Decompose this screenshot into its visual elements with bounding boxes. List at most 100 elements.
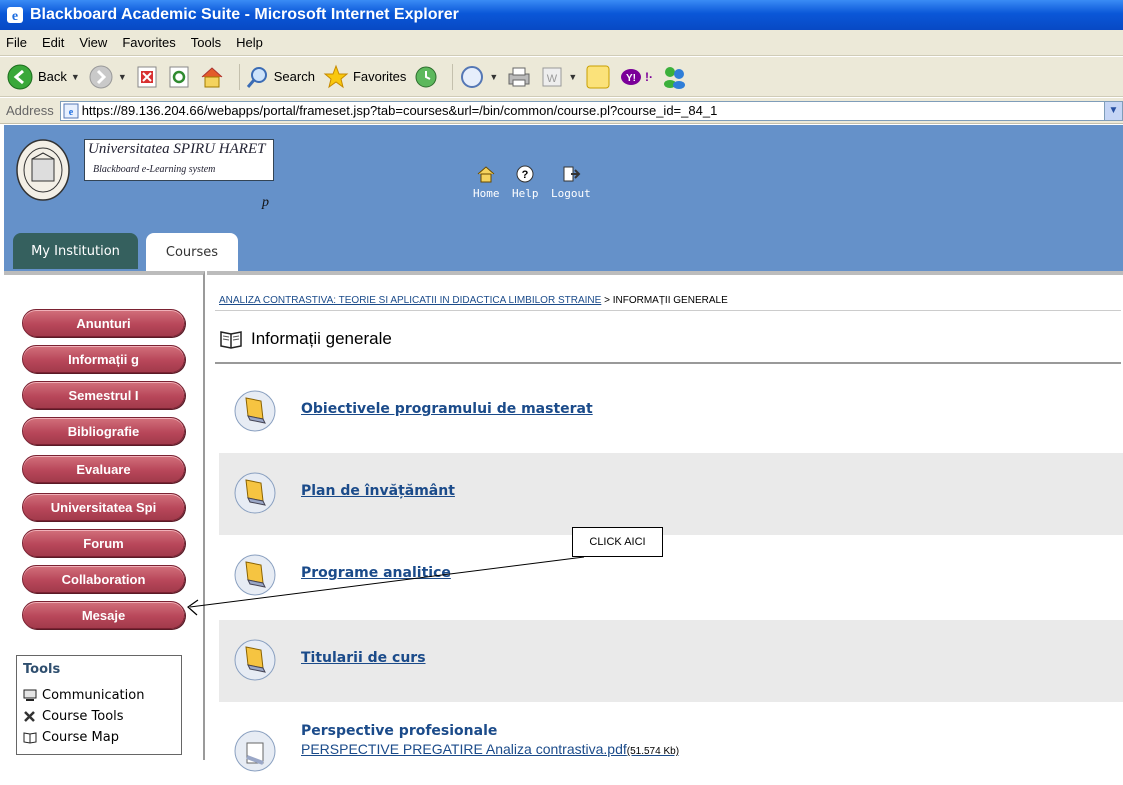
home-button[interactable] bbox=[199, 65, 225, 89]
course-button-bibliografie[interactable]: Bibliografie bbox=[22, 417, 185, 445]
attachment-filename[interactable]: PERSPECTIVE PREGATIRE Analiza contrastiv… bbox=[301, 741, 627, 757]
folder-item-icon bbox=[234, 390, 276, 432]
url-text: https://89.136.204.66/webapps/portal/fra… bbox=[81, 103, 718, 118]
menu-favorites[interactable]: Favorites bbox=[122, 35, 175, 50]
window-title-bar: e Blackboard Academic Suite - Microsoft … bbox=[0, 0, 1123, 30]
item-link-obiectivele[interactable]: Obiectivele programului de masterat bbox=[301, 401, 593, 417]
history-icon bbox=[415, 66, 437, 87]
item-link-plan[interactable]: Plan de învățământ bbox=[301, 483, 455, 499]
page-icon: e bbox=[63, 103, 79, 118]
tool-course-map-label: Course Map bbox=[42, 730, 119, 745]
content-item: Titularii de curs bbox=[219, 620, 1123, 702]
content-item: Plan de învățământ bbox=[219, 453, 1123, 535]
menu-file[interactable]: File bbox=[6, 35, 27, 50]
yahoo-button[interactable]: Y! !· bbox=[619, 65, 653, 89]
window-title: Blackboard Academic Suite - Microsoft In… bbox=[30, 6, 459, 23]
home-link[interactable]: Home bbox=[473, 187, 500, 200]
course-button-evaluare[interactable]: Evaluare bbox=[22, 455, 185, 483]
university-name-box: Universitatea SPIRU HARET Blackboard e-L… bbox=[84, 139, 274, 181]
course-button-mesaje[interactable]: Mesaje bbox=[22, 601, 185, 629]
word-edit-icon: W bbox=[542, 67, 562, 86]
attachment-link[interactable]: PERSPECTIVE PREGATIRE Analiza contrastiv… bbox=[301, 741, 679, 757]
content-item: Perspective profesionale PERSPECTIVE PRE… bbox=[219, 703, 1123, 785]
book-map-icon bbox=[23, 732, 37, 744]
mail-icon bbox=[461, 65, 484, 88]
header-nav-logout[interactable]: Logout bbox=[551, 165, 591, 200]
tools-title: Tools bbox=[23, 662, 61, 677]
page-title: Informații generale bbox=[251, 329, 392, 348]
logout-link[interactable]: Logout bbox=[551, 187, 591, 200]
forward-dropdown-icon[interactable]: ▼ bbox=[118, 72, 127, 82]
refresh-button[interactable] bbox=[167, 65, 191, 89]
page-title-row: Informații generale bbox=[219, 329, 392, 349]
header-nav-home[interactable]: Home bbox=[473, 165, 500, 200]
note-icon bbox=[586, 65, 610, 88]
url-field[interactable]: e https://89.136.204.66/webapps/portal/f… bbox=[59, 100, 1123, 121]
help-link[interactable]: Help bbox=[512, 187, 539, 200]
history-button[interactable] bbox=[414, 65, 438, 89]
tab-my-institution[interactable]: My Institution bbox=[13, 233, 138, 269]
main-content: ANALIZA CONTRASTIVA: TEORIE SI APLICATII… bbox=[207, 271, 1123, 772]
course-button-informatii[interactable]: Informații g bbox=[22, 345, 185, 373]
menu-tools[interactable]: Tools bbox=[191, 35, 221, 50]
printer-icon bbox=[508, 67, 530, 86]
course-button-anunturi[interactable]: Anunturi bbox=[22, 309, 185, 337]
home-icon bbox=[477, 166, 495, 183]
refresh-icon bbox=[169, 66, 189, 87]
divider bbox=[215, 362, 1121, 364]
system-name: Blackboard e-Learning system bbox=[93, 164, 216, 175]
edit-dropdown-icon[interactable]: ▼ bbox=[568, 72, 577, 82]
stop-icon bbox=[137, 66, 157, 87]
svg-text:Y!: Y! bbox=[626, 73, 636, 84]
tab-courses[interactable]: Courses bbox=[146, 233, 238, 271]
content-item: Obiectivele programului de masterat bbox=[219, 371, 1123, 453]
annotation-callout: CLICK AICI bbox=[572, 527, 663, 557]
header-letter: p bbox=[262, 195, 269, 210]
computer-icon bbox=[23, 689, 37, 701]
course-button-forum[interactable]: Forum bbox=[22, 529, 185, 557]
edit-button[interactable]: W ▼ bbox=[540, 65, 577, 89]
tools-wrench-icon bbox=[24, 711, 35, 722]
tool-communication[interactable]: Communication bbox=[23, 688, 144, 703]
item-link-titularii[interactable]: Titularii de curs bbox=[301, 650, 426, 666]
mail-dropdown-icon[interactable]: ▼ bbox=[489, 72, 498, 82]
search-label: Search bbox=[273, 69, 315, 84]
print-button[interactable] bbox=[506, 65, 532, 89]
menu-edit[interactable]: Edit bbox=[42, 35, 64, 50]
university-name: Universitatea SPIRU HARET bbox=[88, 141, 266, 157]
back-button[interactable]: Back ▼ bbox=[6, 63, 80, 91]
forward-button[interactable]: ▼ bbox=[88, 64, 127, 90]
toolbar-separator bbox=[238, 63, 240, 90]
favorites-button[interactable]: Favorites bbox=[323, 64, 406, 90]
back-label: Back bbox=[38, 69, 67, 84]
messenger-icon bbox=[664, 66, 686, 89]
discuss-button[interactable] bbox=[585, 64, 611, 90]
course-button-semestrul[interactable]: Semestrul I bbox=[22, 381, 185, 409]
search-button[interactable]: Search bbox=[246, 65, 315, 89]
yahoo-icon: Y! !· bbox=[621, 68, 653, 85]
item-title-perspective: Perspective profesionale bbox=[301, 723, 498, 739]
tool-course-map[interactable]: Course Map bbox=[23, 730, 119, 745]
tool-course-tools[interactable]: Course Tools bbox=[23, 709, 124, 724]
messenger-button[interactable] bbox=[661, 64, 689, 90]
svg-text:e: e bbox=[68, 107, 73, 118]
menu-view[interactable]: View bbox=[79, 35, 107, 50]
favorites-label: Favorites bbox=[352, 69, 407, 84]
course-menu-panel: Anunturi Informații g Semestrul I Biblio… bbox=[4, 271, 205, 760]
forward-arrow-icon bbox=[89, 65, 113, 88]
header-nav-help[interactable]: ? Help bbox=[512, 165, 539, 200]
stop-button[interactable] bbox=[135, 65, 159, 89]
favorites-star-icon bbox=[323, 64, 349, 88]
tools-box: Tools Communication Course Tools Course … bbox=[16, 655, 182, 755]
folder-item-icon bbox=[234, 639, 276, 681]
course-button-collaboration[interactable]: Collaboration bbox=[22, 565, 185, 593]
back-dropdown-icon[interactable]: ▼ bbox=[71, 72, 80, 82]
blackboard-header: Universitatea SPIRU HARET Blackboard e-L… bbox=[4, 125, 1123, 271]
mail-button[interactable]: ▼ bbox=[459, 65, 498, 89]
menu-help[interactable]: Help bbox=[236, 35, 263, 50]
address-dropdown-icon[interactable]: ▼ bbox=[1104, 101, 1122, 120]
item-link-programe[interactable]: Programe analitice bbox=[301, 565, 451, 581]
course-button-universitatea[interactable]: Universitatea Spi bbox=[22, 493, 185, 521]
back-arrow-icon bbox=[7, 64, 33, 89]
breadcrumb-course-link[interactable]: ANALIZA CONTRASTIVA: TEORIE SI APLICATII… bbox=[219, 295, 601, 306]
